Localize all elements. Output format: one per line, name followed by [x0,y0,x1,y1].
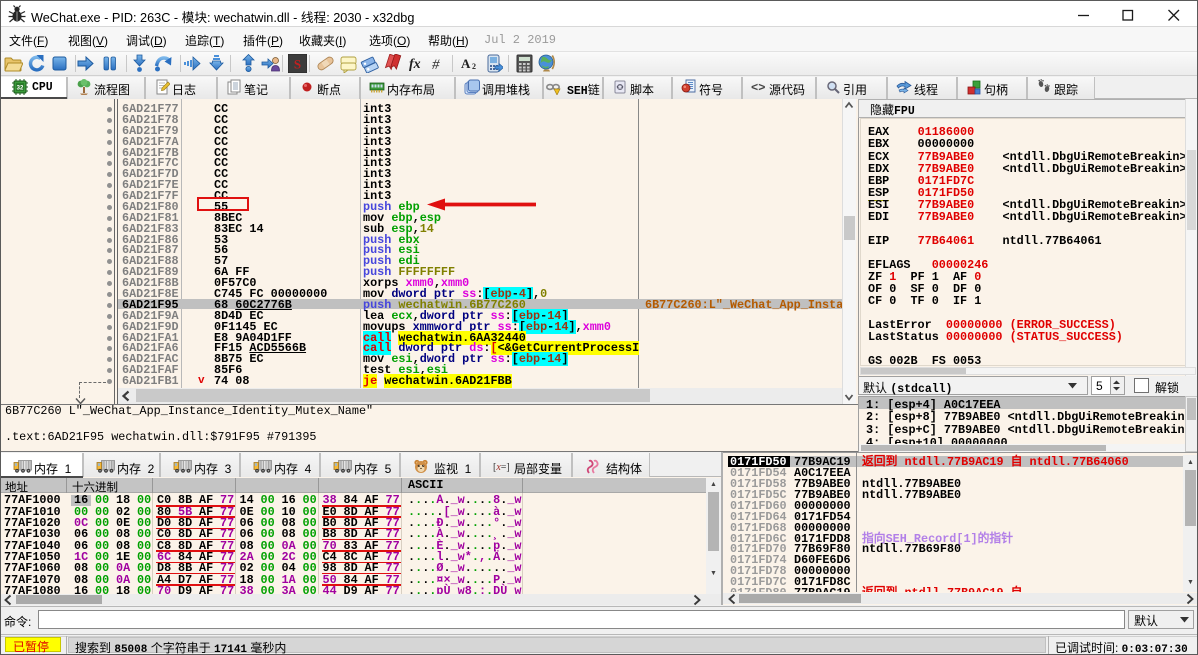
svg-text:S: S [294,57,301,72]
svg-text:<>: <> [751,81,765,95]
svg-text:fx: fx [409,57,421,72]
svg-text:A: A [461,56,471,71]
svg-text:<>: <> [616,84,624,91]
svg-text:#: # [432,57,440,73]
svg-text:32: 32 [17,86,24,92]
svg-text:2: 2 [472,62,476,71]
svg-text:[x=]: [x=] [493,462,510,473]
